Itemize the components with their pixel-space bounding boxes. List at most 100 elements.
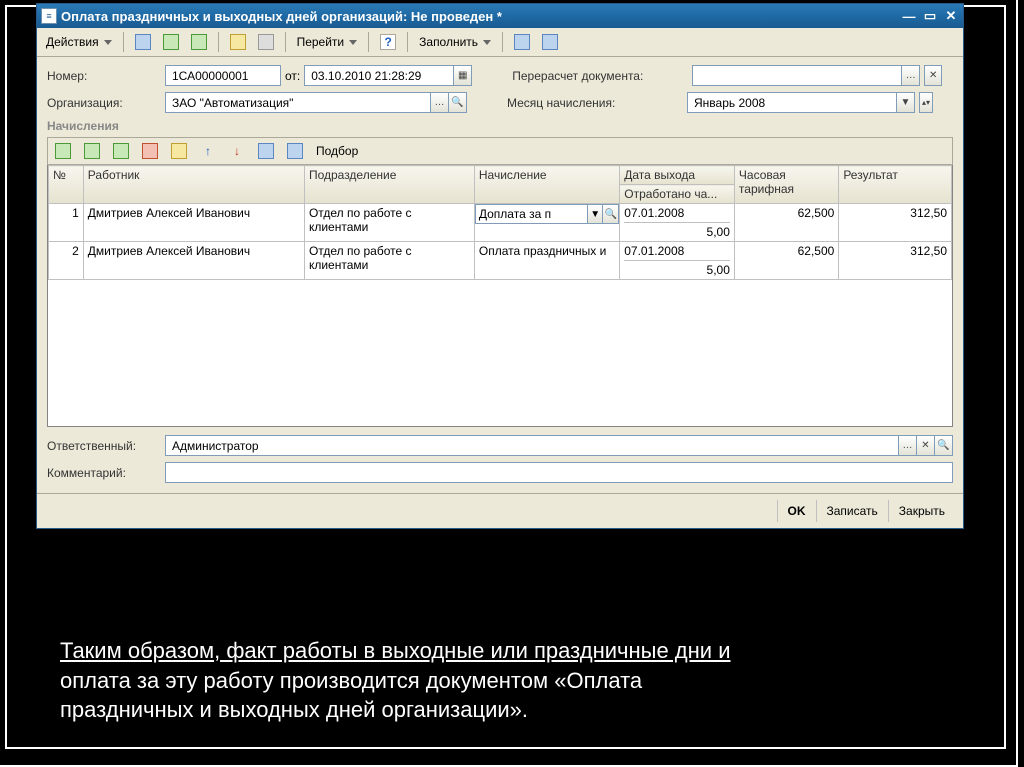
toolbar-btn-1[interactable] xyxy=(130,31,156,53)
row-responsible: Ответственный: … ✕ 🔍 xyxy=(47,435,953,456)
goto-label: Перейти xyxy=(297,35,345,49)
podbor-button[interactable]: Подбор xyxy=(311,140,363,162)
caption-line1: Таким образом, факт работы в выходные ил… xyxy=(60,638,730,663)
col-recalc: Перерасчет документа: … ✕ xyxy=(512,65,942,86)
chevron-down-icon xyxy=(349,40,357,45)
accrual-text: Доплата за п xyxy=(475,204,587,224)
header-row-1: № Работник Подразделение Начисление Дата… xyxy=(49,166,952,185)
month-input[interactable] xyxy=(692,95,892,111)
dropdown-button[interactable]: ▼ xyxy=(587,204,603,224)
save-icon xyxy=(171,143,187,159)
cell-worker: Дмитриев Алексей Иванович xyxy=(83,204,304,242)
toolbar-btn-3[interactable] xyxy=(186,31,212,53)
cell-n: 2 xyxy=(49,242,84,280)
select-button[interactable]: … xyxy=(899,435,917,456)
grid-copy-button[interactable] xyxy=(79,140,105,162)
grid-edit-button[interactable] xyxy=(108,140,134,162)
col-month: Месяц начисления: ▼ ▴▾ xyxy=(507,92,933,113)
col-result[interactable]: Результат xyxy=(839,166,952,204)
date-input[interactable] xyxy=(309,68,449,84)
arrow-down-icon: ↓ xyxy=(229,143,245,159)
toolbar-icon xyxy=(542,34,558,50)
goto-menu[interactable]: Перейти xyxy=(292,31,363,53)
minimize-button[interactable]: — xyxy=(900,7,918,25)
search-button[interactable]: 🔍 xyxy=(449,92,467,113)
clear-button[interactable]: ✕ xyxy=(924,65,942,86)
row-comment: Комментарий: xyxy=(47,462,953,483)
recalc-field[interactable] xyxy=(692,65,902,86)
comment-field[interactable] xyxy=(165,462,953,483)
cell-worker: Дмитриев Алексей Иванович xyxy=(83,242,304,280)
number-input[interactable] xyxy=(170,68,276,84)
select-button[interactable]: … xyxy=(431,92,449,113)
col-dept[interactable]: Подразделение xyxy=(304,166,474,204)
spinner-buttons[interactable]: ▴▾ xyxy=(919,92,933,113)
toolbar-btn-5[interactable] xyxy=(253,31,279,53)
fill-label: Заполнить xyxy=(419,35,478,49)
search-button[interactable]: 🔍 xyxy=(935,435,953,456)
org-field[interactable] xyxy=(165,92,431,113)
grid-sortdesc-button[interactable] xyxy=(282,140,308,162)
maximize-button[interactable]: ▭ xyxy=(921,7,939,25)
edit-icon xyxy=(113,143,129,159)
comment-input[interactable] xyxy=(170,465,948,481)
sort-asc-icon xyxy=(258,143,274,159)
dropdown-button[interactable]: ▼ xyxy=(897,92,915,113)
number-field[interactable] xyxy=(165,65,281,86)
select-button[interactable]: … xyxy=(902,65,920,86)
close-button[interactable]: ✕ xyxy=(942,7,960,25)
date-field[interactable] xyxy=(304,65,454,86)
toolbar-btn-6[interactable] xyxy=(509,31,535,53)
toolbar-btn-4[interactable] xyxy=(225,31,251,53)
col-worked[interactable]: Отработано ча... xyxy=(620,185,735,204)
table-row[interactable]: 1 Дмитриев Алексей Иванович Отдел по раб… xyxy=(49,204,952,242)
accruals-grid[interactable]: № Работник Подразделение Начисление Дата… xyxy=(47,165,953,427)
col-worker[interactable]: Работник xyxy=(83,166,304,204)
responsible-field[interactable] xyxy=(165,435,899,456)
cell-result: 312,50 xyxy=(839,242,952,280)
recalc-input[interactable] xyxy=(697,68,897,84)
cell-accrual[interactable]: Доплата за п ▼ 🔍 xyxy=(474,204,619,242)
accruals-table: № Работник Подразделение Начисление Дата… xyxy=(48,165,952,280)
grid-add-button[interactable] xyxy=(50,140,76,162)
cell-date-worked: 07.01.2008 5,00 xyxy=(620,242,735,280)
org-input[interactable] xyxy=(170,95,426,111)
search-button[interactable]: 🔍 xyxy=(603,204,619,224)
grid-sortasc-button[interactable] xyxy=(253,140,279,162)
grid-movedown-button[interactable]: ↓ xyxy=(224,140,250,162)
separator xyxy=(218,32,219,52)
table-row[interactable]: 2 Дмитриев Алексей Иванович Отдел по раб… xyxy=(49,242,952,280)
grid-save-button[interactable] xyxy=(166,140,192,162)
cell-n: 1 xyxy=(49,204,84,242)
help-icon: ? xyxy=(380,34,396,50)
toolbar-icon xyxy=(191,34,207,50)
col-hourly[interactable]: Часовая тарифная xyxy=(734,166,838,204)
col-accrual[interactable]: Начисление xyxy=(474,166,619,204)
ok-button[interactable]: OK xyxy=(777,500,816,522)
cell-hourly: 62,500 xyxy=(734,242,838,280)
grid-delete-button[interactable] xyxy=(137,140,163,162)
clear-button[interactable]: ✕ xyxy=(917,435,935,456)
month-field[interactable] xyxy=(687,92,897,113)
actions-label: Действия xyxy=(46,35,99,49)
help-button[interactable]: ? xyxy=(375,31,401,53)
grid-toolbar: ↑ ↓ Подбор xyxy=(47,137,953,165)
actions-menu[interactable]: Действия xyxy=(41,31,117,53)
calendar-button[interactable]: ▦ xyxy=(454,65,472,86)
save-button[interactable]: Записать xyxy=(816,500,888,522)
fill-menu[interactable]: Заполнить xyxy=(414,31,496,53)
toolbar-btn-7[interactable] xyxy=(537,31,563,53)
col-dateout[interactable]: Дата выхода xyxy=(620,166,735,185)
toolbar-btn-2[interactable] xyxy=(158,31,184,53)
caption-line3: праздничных и выходных дней организации»… xyxy=(60,697,528,722)
close-button[interactable]: Закрыть xyxy=(888,500,955,522)
row-org-month: Организация: … 🔍 Месяц начисления: ▼ ▴▾ xyxy=(47,92,953,113)
app-icon: ≡ xyxy=(41,8,57,24)
cell-dept: Отдел по работе с клиентами xyxy=(304,242,474,280)
responsible-input[interactable] xyxy=(170,438,894,454)
col-n[interactable]: № xyxy=(49,166,84,204)
cell-result: 312,50 xyxy=(839,204,952,242)
window-title: Оплата праздничных и выходных дней орган… xyxy=(61,9,900,24)
grid-moveup-button[interactable]: ↑ xyxy=(195,140,221,162)
caption-line2: оплата за эту работу производится докуме… xyxy=(60,668,642,693)
